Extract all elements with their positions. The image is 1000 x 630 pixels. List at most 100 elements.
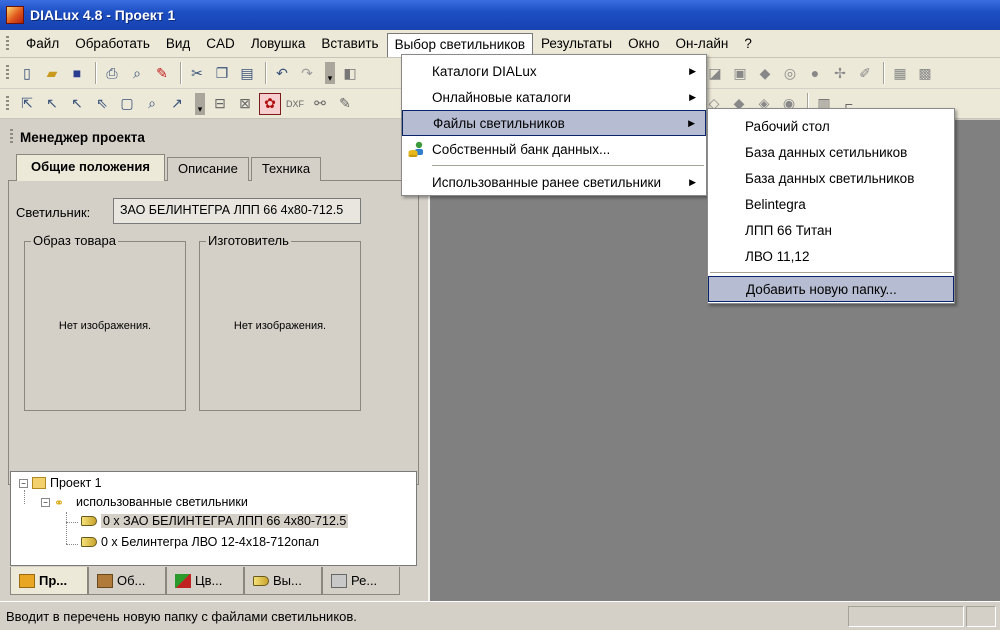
tab-luminaires[interactable]: Вы... — [244, 567, 322, 595]
paste-icon[interactable]: ▤ — [236, 62, 258, 84]
menu-online[interactable]: Он-лайн — [667, 32, 736, 55]
save-icon[interactable]: ■ — [66, 62, 88, 84]
undo-icon[interactable]: ↶ — [271, 62, 293, 84]
product-image-title: Образ товара — [31, 233, 118, 248]
menu-item-label: Использованные ранее светильники — [432, 174, 661, 190]
menubar-grip[interactable] — [6, 36, 9, 52]
submenu-item-database-2[interactable]: База данных светильников — [708, 165, 954, 191]
tree-node-luminaire[interactable]: 0 x ЗАО БЕЛИНТЕГРА ЛПП 66 4x80-712.5 — [81, 514, 349, 528]
luminaire-active-icon[interactable]: ✿ — [259, 92, 281, 115]
tree-connector — [66, 512, 67, 544]
tab-description[interactable]: Описание — [166, 157, 249, 181]
menu-edit[interactable]: Обработать — [67, 32, 158, 55]
select-area-icon[interactable]: ▢ — [116, 93, 138, 115]
tree-node-label: использованные светильники — [76, 495, 248, 509]
menu-results[interactable]: Результаты — [533, 32, 620, 55]
measure-icon[interactable]: ⊠ — [234, 93, 256, 115]
axis-icon[interactable]: ✢ — [829, 62, 851, 84]
tab-objects[interactable]: Об... — [88, 567, 166, 595]
select-pointer-icon[interactable]: ↖ — [41, 93, 63, 115]
tab-general[interactable]: Общие положения — [16, 154, 165, 181]
menu-luminaire-selection[interactable]: Выбор светильников — [386, 32, 533, 57]
tab-results[interactable]: Ре... — [322, 567, 400, 595]
view-iso-icon[interactable]: ◆ — [754, 62, 776, 84]
submenu-item-desktop[interactable]: Рабочий стол — [708, 113, 954, 139]
menu-item-recent-luminaires[interactable]: Использованные ранее светильники ▶ — [402, 169, 706, 195]
submenu-item-database-1[interactable]: База данных сетильников — [708, 139, 954, 165]
menu-snap[interactable]: Ловушка — [243, 32, 314, 55]
project-folder-icon — [19, 573, 35, 588]
folder-icon — [32, 477, 46, 489]
submenu-item-belintegra[interactable]: Belintegra — [708, 191, 954, 217]
redo-icon[interactable]: ↷ — [296, 62, 318, 84]
tree-connector — [66, 522, 78, 523]
menu-help[interactable]: ? — [736, 32, 760, 55]
new-file-icon[interactable]: ▯ — [16, 62, 38, 84]
sphere-icon[interactable]: ◎ — [779, 62, 801, 84]
menu-item-label: Файлы светильников — [433, 115, 565, 131]
copy-icon[interactable]: ❐ — [211, 62, 233, 84]
select-object-icon[interactable]: ↖ — [66, 93, 88, 115]
tab-colors[interactable]: Цв... — [166, 567, 244, 595]
snap-icon[interactable]: ⚯ — [309, 93, 331, 115]
3d-view-icon[interactable]: ◧ — [339, 62, 361, 84]
lock-icon[interactable]: ⊟ — [209, 93, 231, 115]
tree-node-project[interactable]: − Проект 1 — [19, 476, 102, 490]
luminaire-field[interactable]: ЗАО БЕЛИНТЕГРА ЛПП 66 4x80-712.5 — [113, 198, 361, 224]
menu-window[interactable]: Окно — [620, 32, 667, 55]
select-surface-icon[interactable]: ⇖ — [91, 93, 113, 115]
toolbar-overflow-icon[interactable]: ▾ — [195, 92, 205, 115]
menu-item-dialux-catalogs[interactable]: Каталоги DIALux ▶ — [402, 58, 706, 84]
menu-item-label: Онлайновые каталоги — [432, 89, 571, 105]
luminaire-group-icon: ⚭ — [54, 496, 65, 510]
menu-insert[interactable]: Вставить — [313, 32, 386, 55]
menu-file[interactable]: Файл — [18, 32, 67, 55]
collapse-icon[interactable]: − — [19, 478, 28, 488]
product-image-group: Образ товара Нет изображения. — [24, 233, 186, 411]
menu-item-luminaire-files[interactable]: Файлы светильников ▶ — [402, 110, 706, 136]
luminaire-label: Светильник: — [16, 205, 91, 220]
tree-node-used-luminaires[interactable]: − ⚭ использованные светильники — [41, 495, 248, 510]
toolbar-grip[interactable] — [6, 96, 9, 112]
menu-view[interactable]: Вид — [158, 32, 198, 55]
submenu-arrow-icon: ▶ — [689, 91, 696, 102]
print-icon[interactable]: ⎙ — [101, 62, 123, 84]
project-tree: − Проект 1 − ⚭ использованные светильник… — [10, 471, 417, 566]
pdf-export-icon[interactable]: ✎ — [151, 62, 173, 84]
globe-icon[interactable]: ● — [804, 62, 826, 84]
tab-technical[interactable]: Техника — [250, 157, 322, 181]
view-front-icon[interactable]: ◪ — [704, 62, 726, 84]
menu-cad[interactable]: CAD — [198, 32, 243, 55]
project-tabs: Общие положения Описание Техника — [16, 154, 323, 181]
view-top-icon[interactable]: ▣ — [729, 62, 751, 84]
tab-label: Ре... — [351, 573, 378, 588]
collapse-icon[interactable]: − — [41, 497, 50, 507]
submenu-item-add-folder[interactable]: Добавить новую папку... — [708, 276, 954, 302]
menu-item-label: Собственный банк данных... — [432, 141, 611, 157]
grid-icon[interactable]: ▩ — [914, 62, 936, 84]
calculator-icon[interactable]: ▦ — [889, 62, 911, 84]
tool-icon[interactable]: ✐ — [854, 62, 876, 84]
project-manager-title: Менеджер проекта — [6, 124, 420, 150]
select-zoom-icon[interactable]: ⌕ — [141, 93, 163, 115]
status-pane — [848, 606, 964, 627]
dxf-import-icon[interactable]: DXF — [284, 93, 306, 115]
print-preview-icon[interactable]: ⌕ — [126, 62, 148, 84]
menu-item-online-catalogs[interactable]: Онлайновые каталоги ▶ — [402, 84, 706, 110]
window-title: DIALux 4.8 - Проект 1 — [30, 7, 176, 23]
toolbar-grip[interactable] — [6, 65, 9, 81]
select-room-icon[interactable]: ⇱ — [16, 93, 38, 115]
edit-tool-icon[interactable]: ✎ — [334, 93, 356, 115]
submenu-item-lpp66-titan[interactable]: ЛПП 66 Титан — [708, 217, 954, 243]
cut-icon[interactable]: ✂ — [186, 62, 208, 84]
tree-node-luminaire[interactable]: 0 x Белинтегра ЛВО 12-4x18-712опал — [81, 535, 319, 549]
toolbar-separator — [883, 62, 885, 84]
title-bar: DIALux 4.8 - Проект 1 — [0, 0, 1000, 30]
tab-project[interactable]: Пр... — [10, 567, 88, 595]
open-folder-icon[interactable]: ▰ — [41, 62, 63, 84]
menu-item-own-database[interactable]: Собственный банк данных... — [402, 136, 706, 162]
submenu-item-lvo-11-12[interactable]: ЛВО 11,12 — [708, 243, 954, 269]
select-multi-icon[interactable]: ↗ — [166, 93, 188, 115]
manufacturer-title: Изготовитель — [206, 233, 291, 248]
toolbar-overflow-icon[interactable]: ▾ — [325, 62, 335, 84]
